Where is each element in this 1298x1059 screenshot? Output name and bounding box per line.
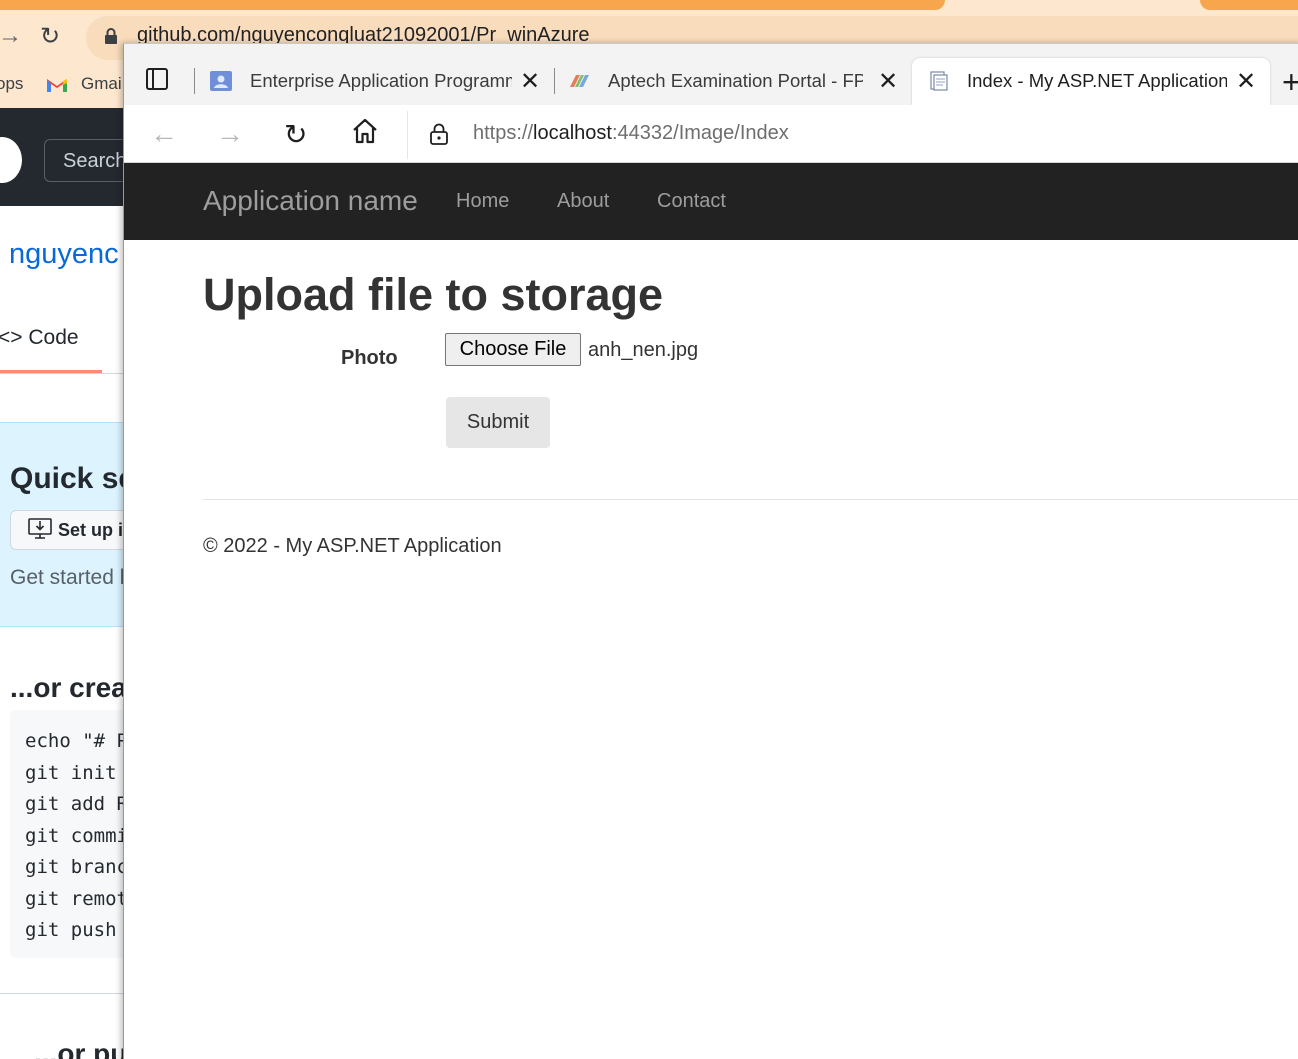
code-line: git remot (25, 887, 128, 910)
quick-setup-title: Quick se (10, 462, 136, 495)
tab-title: Index - My ASP.NET Application (967, 70, 1227, 91)
footer-copyright: © 2022 - My ASP.NET Application (203, 535, 502, 557)
divider (0, 373, 124, 374)
nav-home-link[interactable]: Home (456, 190, 509, 213)
foreground-browser-window: Enterprise Application Programm ✕ Aptech… (123, 43, 1298, 1059)
bookmark-apps[interactable]: ops (0, 74, 23, 94)
selected-file-name: anh_nen.jpg (588, 339, 699, 361)
choose-file-button[interactable]: Choose File (445, 333, 581, 366)
code-line: git push (25, 919, 117, 941)
tab-separator (554, 68, 555, 94)
tab-title: Aptech Examination Portal - FPT (608, 70, 863, 91)
nav-about-link[interactable]: About (557, 190, 609, 213)
bookmark-gmail[interactable]: Gmai (81, 74, 122, 94)
code-icon: <> (0, 326, 29, 349)
page-icon (930, 71, 948, 91)
tab-index[interactable]: Index - My ASP.NET Application ✕ (912, 58, 1270, 105)
desktop-download-icon (28, 518, 52, 546)
close-icon[interactable]: ✕ (520, 67, 540, 96)
submit-button[interactable]: Submit (446, 397, 550, 448)
repo-owner-link[interactable]: nguyenc (9, 238, 119, 271)
code-line: git add R (25, 793, 128, 815)
url-text[interactable]: https://localhost:44332/Image/Index (473, 122, 789, 145)
site-brand-link[interactable]: Application name (203, 185, 418, 217)
tab-code-label: Code (28, 326, 79, 349)
forward-arrow-icon[interactable]: → (0, 22, 22, 50)
tab-separator (194, 68, 195, 94)
background-tab[interactable] (0, 0, 945, 10)
photo-label: Photo (341, 347, 398, 369)
url-host: localhost (533, 122, 612, 144)
reload-icon[interactable]: ↻ (40, 22, 60, 51)
get-started-text: Get started b (10, 566, 132, 589)
url-scheme: https:// (473, 122, 534, 144)
page-title: Upload file to storage (203, 269, 664, 320)
code-line: git init (25, 761, 117, 784)
close-icon[interactable]: ✕ (1236, 67, 1256, 96)
tab-actions-icon[interactable] (146, 68, 168, 90)
lock-icon[interactable] (429, 123, 449, 145)
home-icon[interactable] (350, 116, 380, 146)
new-tab-icon[interactable]: + (1282, 64, 1298, 101)
forward-icon[interactable]: → (216, 118, 244, 150)
setup-desktop-label: Set up i (58, 520, 124, 540)
divider (0, 993, 124, 994)
url-path: :44332/Image/Index (611, 122, 789, 144)
classroom-icon (210, 71, 232, 91)
tab-title: Enterprise Application Programm (250, 70, 512, 91)
close-icon[interactable]: ✕ (878, 67, 898, 96)
tab-code[interactable]: <> Code (0, 326, 79, 350)
tab-enterprise[interactable]: Enterprise Application Programm ✕ (200, 58, 552, 105)
code-line: echo "# P (25, 730, 128, 752)
code-snippet: echo "# P git init git add R git commi git b… (25, 726, 128, 947)
footer-divider (203, 499, 1298, 500)
screen: → ↻ github.com/nguyenconqluat21092001/Pr… (0, 0, 1298, 1059)
refresh-icon[interactable]: ↻ (284, 118, 307, 151)
nav-contact-link[interactable]: Contact (657, 190, 726, 213)
create-repo-title: ...or crea (10, 672, 127, 703)
code-line: git commi (25, 824, 128, 847)
aptech-icon (570, 75, 589, 87)
background-tab[interactable] (1200, 0, 1298, 10)
github-search-placeholder: Search (63, 150, 127, 172)
lock-icon[interactable] (104, 28, 118, 49)
gmail-icon[interactable] (46, 76, 68, 94)
code-line: git branc (25, 856, 128, 878)
back-icon[interactable]: ← (150, 118, 178, 150)
tab-aptech[interactable]: Aptech Examination Portal - FPT ✕ (558, 58, 910, 105)
